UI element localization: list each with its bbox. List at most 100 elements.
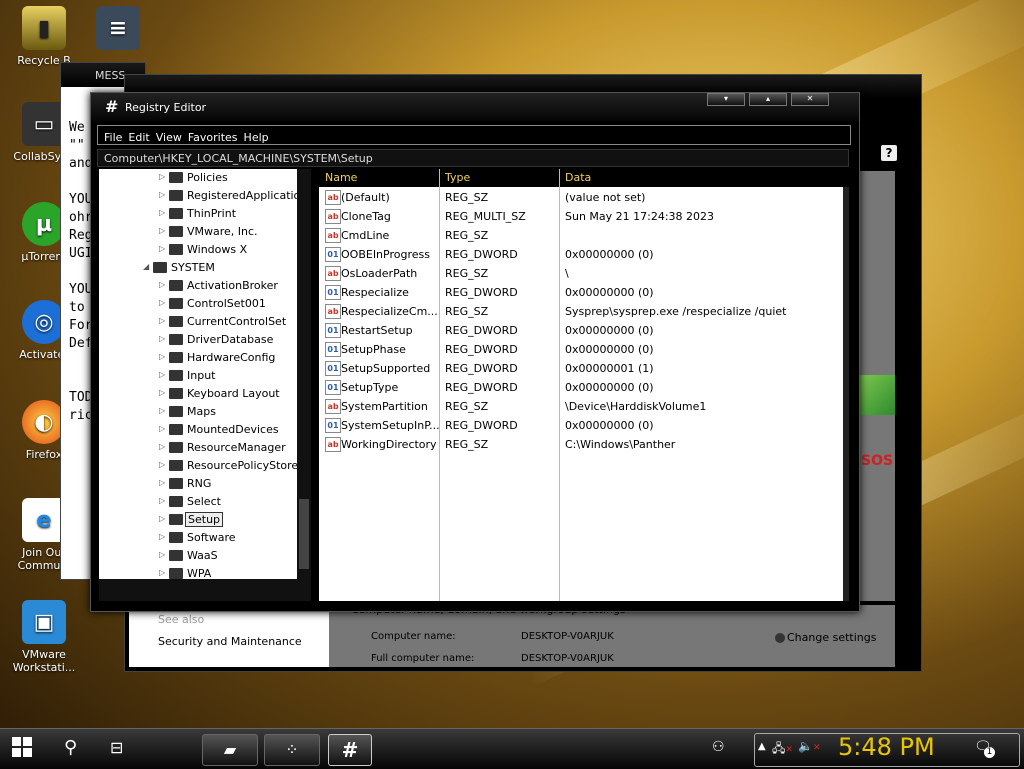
expand-arrow-icon[interactable]: ▷	[159, 406, 165, 415]
start-button[interactable]	[12, 737, 34, 759]
value-type: REG_SZ	[445, 438, 489, 451]
expand-arrow-icon[interactable]: ▷	[159, 460, 165, 469]
folder-icon	[169, 298, 183, 309]
search-icon[interactable]: ⚲	[64, 737, 77, 758]
expand-arrow-icon[interactable]: ▷	[159, 496, 165, 505]
menu-edit[interactable]: Edit	[128, 129, 149, 147]
expand-arrow-icon[interactable]: ▷	[159, 388, 165, 397]
expand-arrow-icon[interactable]: ▷	[159, 280, 165, 289]
help-icon[interactable]: ?	[881, 145, 897, 161]
folder-icon	[169, 460, 183, 471]
binary-value-icon: 01	[325, 247, 341, 262]
folder-icon	[169, 514, 183, 525]
message-line: and	[69, 156, 93, 171]
close-button[interactable]: ✕	[791, 93, 829, 106]
task-view-icon[interactable]: ⊟	[110, 738, 123, 757]
people-icon[interactable]: ⚇	[712, 739, 725, 755]
computer-name-value: DESKTOP-V0ARJUK	[521, 631, 614, 642]
expand-arrow-icon[interactable]: ▷	[159, 172, 165, 181]
value-row[interactable]: ab OsLoaderPath REG_SZ \	[319, 264, 849, 283]
change-settings-link[interactable]: Change settings	[775, 631, 876, 644]
list-scrollbar[interactable]	[843, 187, 849, 601]
values-list[interactable]: Name Type Data ab (Default) REG_SZ (value n…	[319, 169, 849, 601]
value-row[interactable]: ab RespecializeCm... REG_SZ Sysprep\sysprep…	[319, 302, 849, 321]
value-name: (Default)	[341, 191, 390, 204]
tree-node-label: Select	[187, 495, 221, 508]
expand-arrow-icon[interactable]: ▷	[159, 478, 165, 487]
scroll-thumb[interactable]	[299, 499, 309, 569]
tree-node-label: HardwareConfig	[187, 351, 276, 364]
value-row[interactable]: ab WorkingDirectory REG_SZ C:\Windows\Panth…	[319, 435, 849, 454]
folder-icon	[169, 388, 183, 399]
registry-titlebar[interactable]: # Registry Editor ▾ ▴ ✕	[91, 93, 859, 121]
expand-arrow-icon[interactable]: ▷	[159, 208, 165, 217]
notification-icon[interactable]: 🗨 1	[974, 739, 995, 758]
column-header-data[interactable]: Data	[565, 171, 591, 184]
message-window-text: We "" and YOU ohr Reg UGI YOU to For Def TOD ric	[69, 119, 92, 425]
network-icon[interactable]: 🖧✕	[772, 739, 793, 760]
value-data: Sun May 21 17:24:38 2023	[565, 210, 715, 223]
expand-arrow-icon[interactable]: ▷	[159, 244, 165, 253]
show-hidden-icons[interactable]: ▲	[758, 741, 766, 752]
minimize-button[interactable]: ▾	[707, 93, 745, 106]
maximize-button[interactable]: ▴	[749, 93, 787, 106]
value-row[interactable]: ab CloneTag REG_MULTI_SZ Sun May 21 17:24:3…	[319, 207, 849, 226]
taskbar-regedit-button[interactable]: #	[328, 734, 372, 766]
expand-arrow-icon[interactable]: ▷	[159, 334, 165, 343]
value-row[interactable]: 01 OOBEInProgress REG_DWORD 0x00000000 (0)	[319, 245, 849, 264]
taskbar-network-button[interactable]: ⁘	[264, 734, 320, 766]
value-row[interactable]: ab SystemPartition REG_SZ \Device\HarddiskV…	[319, 397, 849, 416]
expand-arrow-icon[interactable]: ▷	[159, 370, 165, 379]
value-row[interactable]: ab CmdLine REG_SZ	[319, 226, 849, 245]
expand-arrow-icon[interactable]: ▷	[159, 442, 165, 451]
expand-arrow-icon[interactable]: ▷	[159, 424, 165, 433]
binary-value-icon: 01	[325, 418, 341, 433]
column-header-type[interactable]: Type	[445, 171, 470, 184]
column-header-name[interactable]: Name	[325, 171, 357, 184]
expand-arrow-icon[interactable]: ▷	[159, 298, 165, 307]
message-line: For	[69, 318, 93, 333]
desktop-icon[interactable]: ▮ Recycle B	[6, 6, 82, 67]
value-row[interactable]: 01 SetupPhase REG_DWORD 0x00000000 (0)	[319, 340, 849, 359]
value-type: REG_SZ	[445, 400, 489, 413]
expand-arrow-icon[interactable]: ▷	[159, 550, 165, 559]
clock[interactable]: 5:48 PM	[838, 733, 935, 761]
volume-icon[interactable]: 🔈✕	[798, 739, 821, 753]
value-row[interactable]: 01 SetupSupported REG_DWORD 0x00000001 (1)	[319, 359, 849, 378]
value-row[interactable]: 01 SystemSetupInP... REG_DWORD 0x00000000 (…	[319, 416, 849, 435]
tree-node-label: SYSTEM	[171, 261, 215, 274]
expand-arrow-icon[interactable]: ▷	[159, 316, 165, 325]
folder-icon	[169, 496, 183, 507]
expand-arrow-icon[interactable]: ▷	[159, 532, 165, 541]
full-name-label: Full computer name:	[371, 653, 475, 664]
expand-arrow-icon[interactable]: ▷	[159, 352, 165, 361]
menu-favorites[interactable]: Favorites	[188, 129, 238, 147]
menu-file[interactable]: File	[104, 129, 122, 147]
taskbar-explorer-button[interactable]: ▰	[202, 734, 258, 766]
value-row[interactable]: ab (Default) REG_SZ (value not set)	[319, 188, 849, 207]
collapse-arrow-icon[interactable]: ◢	[143, 262, 149, 271]
menu-view[interactable]: View	[156, 129, 182, 147]
value-data: 0x00000000 (0)	[565, 248, 654, 261]
expand-arrow-icon[interactable]: ▷	[159, 226, 165, 235]
text-file-icon[interactable]: ≡	[80, 6, 156, 54]
registry-editor-window[interactable]: # Registry Editor ▾ ▴ ✕ File Edit View Favo…	[90, 92, 860, 612]
expand-arrow-icon[interactable]: ▷	[159, 190, 165, 199]
value-row[interactable]: 01 RestartSetup REG_DWORD 0x00000000 (0)	[319, 321, 849, 340]
folder-icon	[169, 532, 183, 543]
tree-vertical-scrollbar[interactable]	[297, 169, 311, 601]
string-value-icon: ab	[325, 399, 341, 414]
security-maintenance-link[interactable]: Security and Maintenance	[158, 635, 302, 648]
address-bar[interactable]: Computer\HKEY_LOCAL_MACHINE\SYSTEM\Setup	[97, 149, 849, 167]
message-line: UGI	[69, 246, 93, 261]
value-row[interactable]: 01 SetupType REG_DWORD 0x00000000 (0)	[319, 378, 849, 397]
registry-tree[interactable]: ▷ Policies ▷ RegisteredApplications ▷ ThinPri…	[99, 169, 297, 579]
tree-horizontal-scrollbar[interactable]	[99, 579, 297, 601]
message-line	[69, 353, 92, 371]
expand-arrow-icon[interactable]: ▷	[159, 514, 165, 523]
vmware-icon: ▣	[22, 600, 66, 644]
menu-help[interactable]: Help	[244, 129, 269, 147]
desktop-icon[interactable]: ▣ VMware Workstati...	[6, 600, 82, 674]
expand-arrow-icon[interactable]: ▷	[159, 568, 165, 577]
value-row[interactable]: 01 Respecialize REG_DWORD 0x00000000 (0)	[319, 283, 849, 302]
